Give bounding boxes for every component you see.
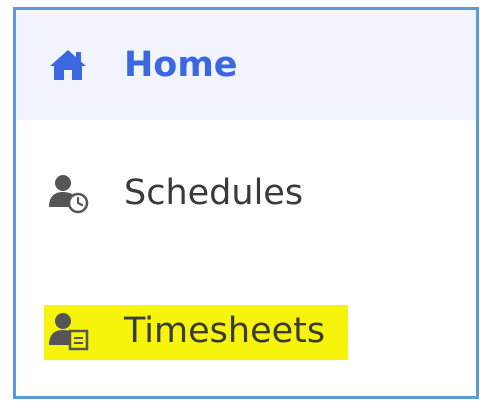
sidebar-item-label: Schedules [124, 173, 304, 213]
sidebar-item-home[interactable]: Home [16, 10, 476, 120]
user-clock-icon [44, 169, 92, 217]
sidebar-item-schedules[interactable]: Schedules [16, 138, 476, 248]
sidebar-item-label: Timesheets [124, 311, 326, 351]
home-icon [44, 41, 92, 89]
screenshot-frame: Home Schedules Timesheets [13, 7, 479, 399]
user-timesheet-icon [44, 307, 92, 355]
sidebar-item-timesheets[interactable]: Timesheets [16, 276, 476, 386]
sidebar-nav: Home Schedules Timesheets [16, 10, 476, 396]
sidebar-item-label: Home [124, 45, 238, 85]
